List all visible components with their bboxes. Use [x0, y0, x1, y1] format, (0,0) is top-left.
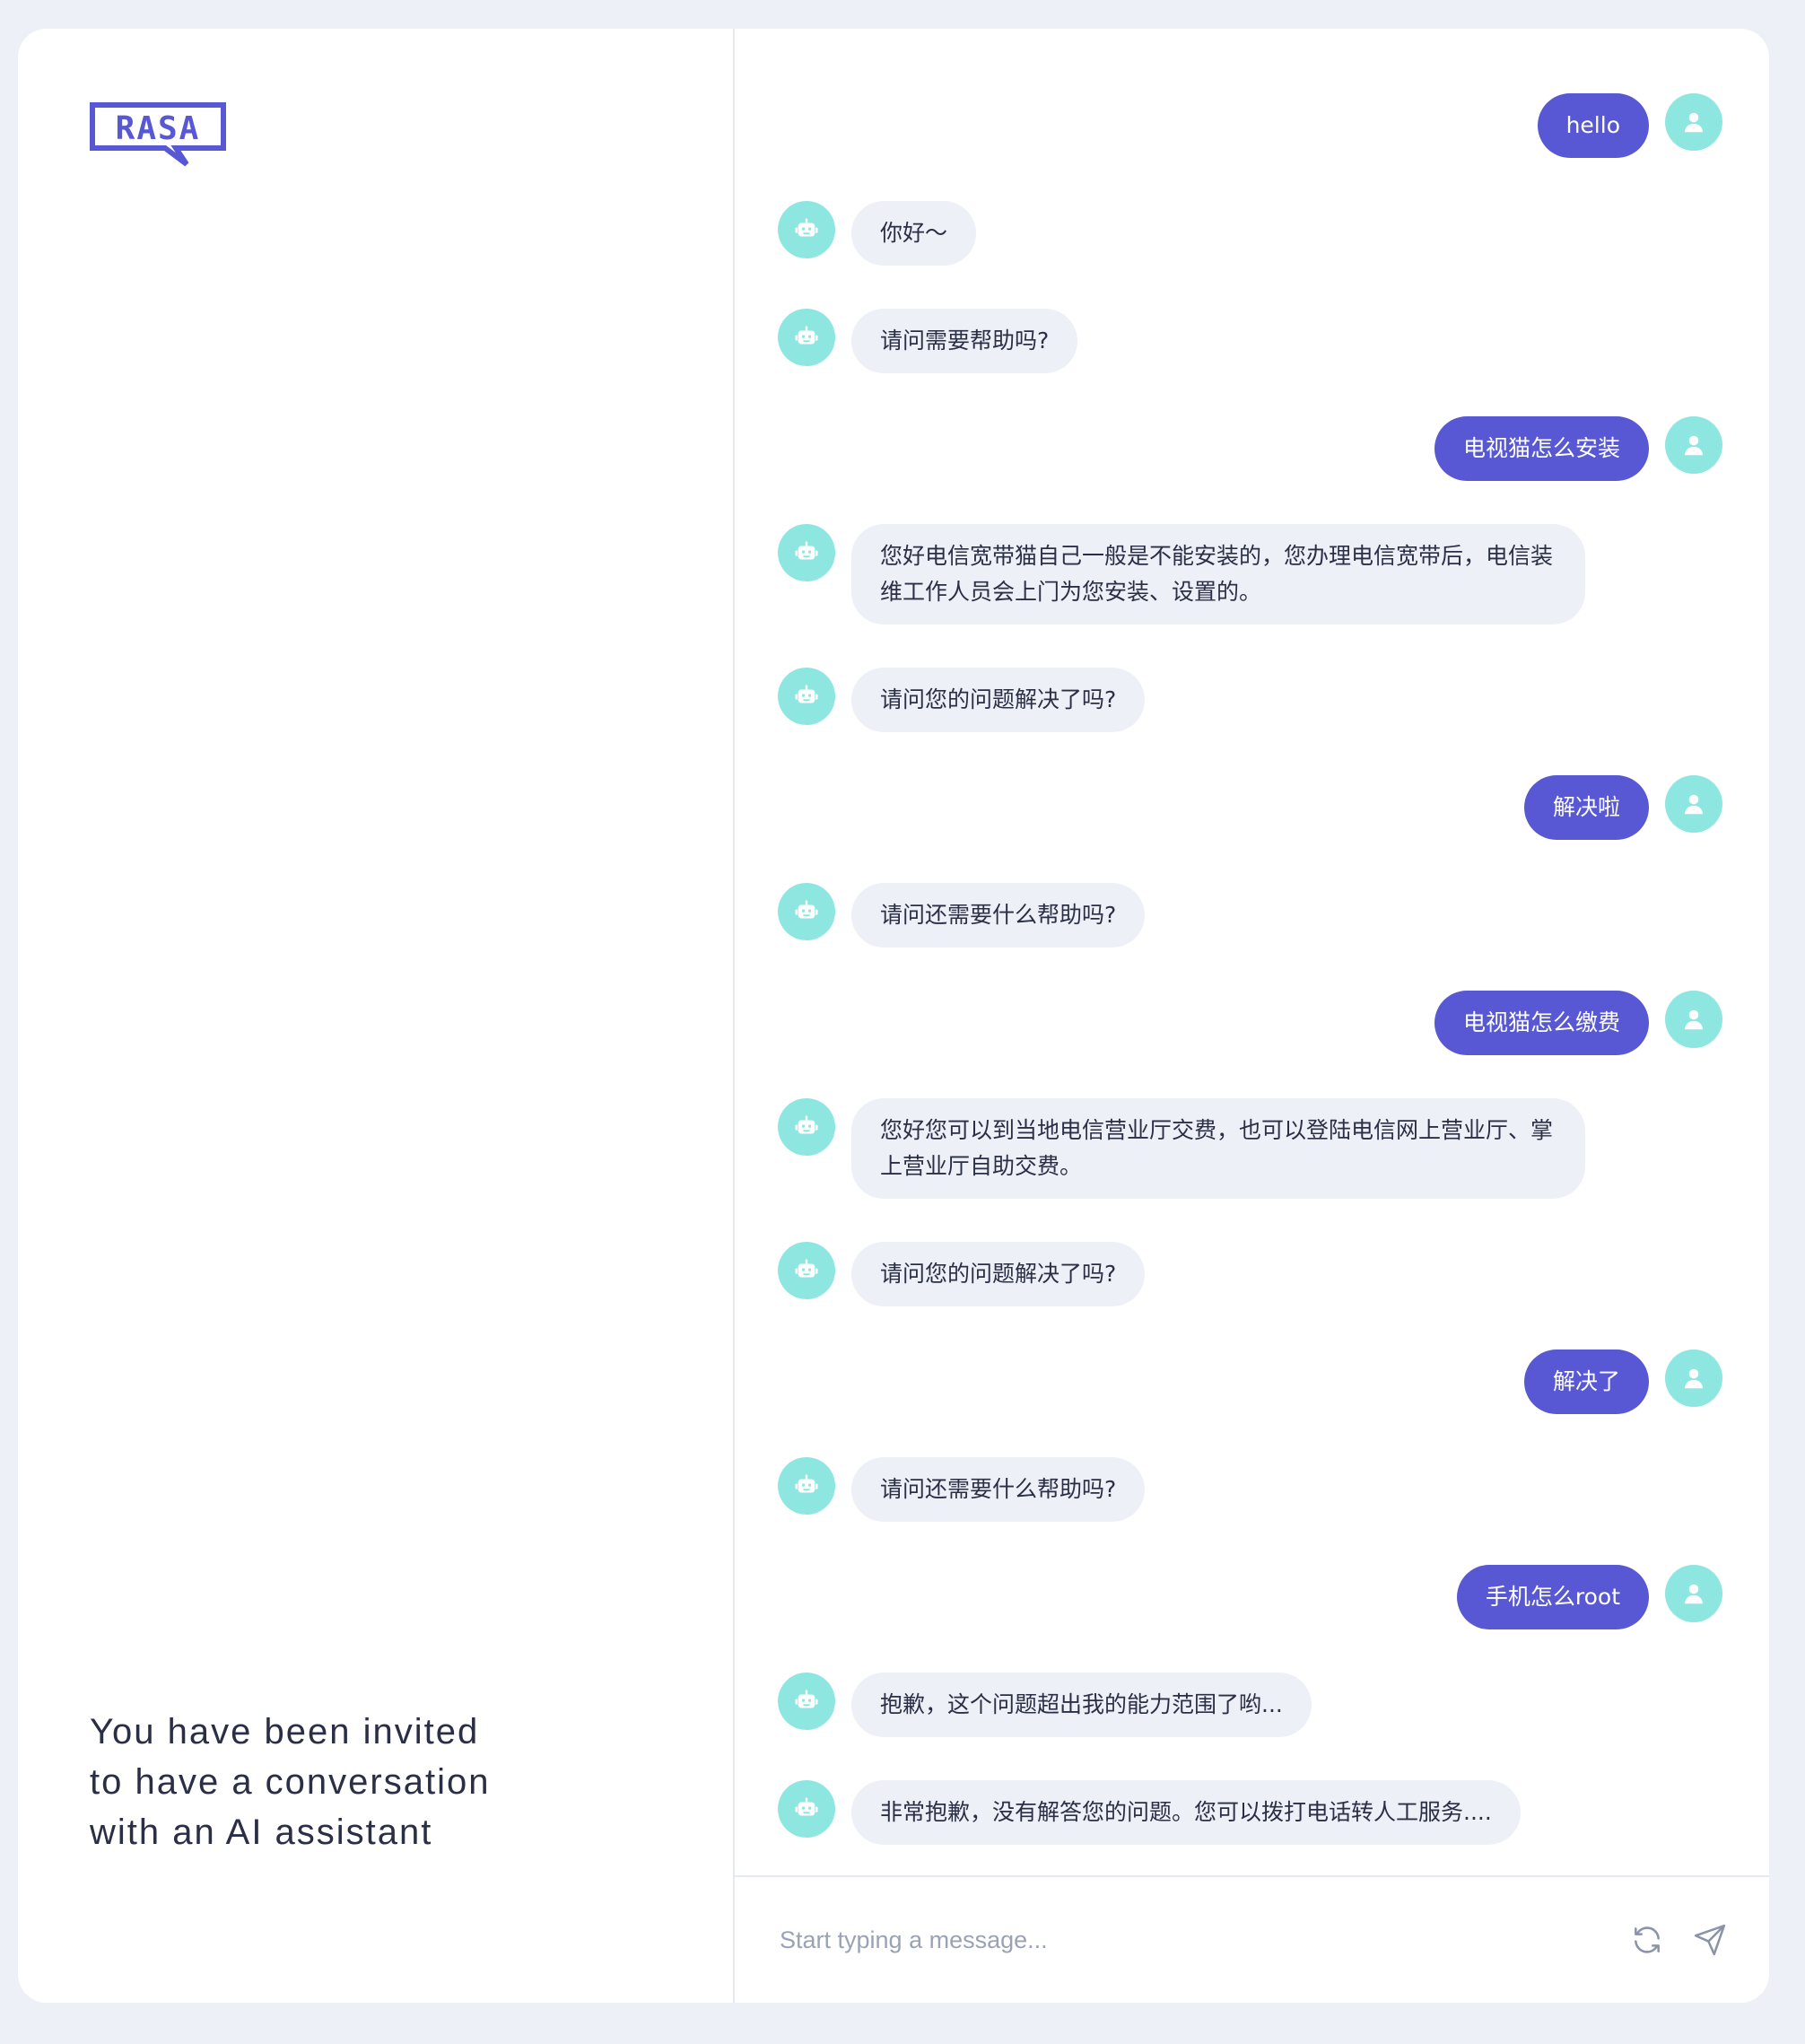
user-message-row: 手机怎么root — [778, 1565, 1722, 1629]
bot-message-row: 您好电信宽带猫自己一般是不能安装的，您办理电信宽带后，电信装维工作人员会上门为您… — [778, 524, 1722, 625]
bot-message-row: 您好您可以到当地电信营业厅交费，也可以登陆电信网上营业厅、掌上营业厅自助交费。 — [778, 1098, 1722, 1199]
bot-avatar — [778, 883, 835, 940]
invite-text: You have been invited to have a conversa… — [90, 1712, 491, 1852]
bot-message-bubble: 请问您的问题解决了吗? — [851, 668, 1146, 732]
bot-avatar — [778, 1457, 835, 1515]
robot-icon — [793, 1795, 820, 1822]
robot-icon — [793, 1114, 820, 1140]
user-message-bubble: 解决了 — [1523, 1350, 1649, 1414]
robot-icon — [793, 216, 820, 243]
refresh-icon — [1635, 1926, 1660, 1953]
user-message-bubble: 电视猫怎么缴费 — [1434, 991, 1649, 1055]
bot-message-row: 抱歉，这个问题超出我的能力范围了哟... — [778, 1673, 1722, 1737]
user-message-bubble: 电视猫怎么安装 — [1434, 416, 1649, 481]
user-message-row: 电视猫怎么安装 — [778, 416, 1722, 481]
user-avatar — [1665, 93, 1722, 151]
bot-message-bubble: 请问需要帮助吗? — [851, 309, 1078, 373]
chat-card: RASA You have been invited to have a con… — [18, 29, 1769, 2003]
message-input[interactable] — [778, 1925, 1606, 1955]
bot-message-bubble: 非常抱歉，没有解答您的问题。您可以拨打电话转人工服务.... — [851, 1780, 1521, 1845]
bot-message-row: 请问还需要什么帮助吗? — [778, 883, 1722, 948]
bot-message-bubble: 你好～ — [851, 201, 977, 266]
composer-bar — [735, 1875, 1769, 2003]
logo-text: RASA — [116, 110, 201, 147]
user-icon — [1680, 1580, 1707, 1607]
user-icon — [1680, 109, 1707, 135]
user-icon — [1680, 791, 1707, 817]
restart-button[interactable] — [1626, 1918, 1669, 1961]
bot-message-bubble: 请问还需要什么帮助吗? — [851, 883, 1146, 948]
send-button[interactable] — [1688, 1918, 1731, 1961]
user-message-row: hello — [778, 93, 1722, 158]
rasa-logo: RASA — [90, 102, 226, 167]
bot-avatar — [778, 524, 835, 581]
user-message-bubble: hello — [1537, 93, 1649, 158]
user-avatar — [1665, 991, 1722, 1048]
user-avatar — [1665, 1565, 1722, 1622]
bot-avatar — [778, 309, 835, 366]
robot-icon — [793, 1257, 820, 1284]
user-avatar — [1665, 1350, 1722, 1407]
bot-message-row: 非常抱歉，没有解答您的问题。您可以拨打电话转人工服务.... — [778, 1780, 1722, 1845]
user-message-row: 电视猫怎么缴费 — [778, 991, 1722, 1055]
user-message-row: 解决啦 — [778, 775, 1722, 840]
bot-message-row: 请问还需要什么帮助吗? — [778, 1457, 1722, 1522]
bot-message-row: 你好～ — [778, 201, 1722, 266]
left-panel: RASA You have been invited to have a con… — [18, 29, 735, 2003]
bot-message-row: 请问您的问题解决了吗? — [778, 1242, 1722, 1306]
send-icon — [1694, 1924, 1726, 1956]
robot-icon — [793, 324, 820, 351]
user-icon — [1680, 432, 1707, 459]
bot-message-bubble: 请问还需要什么帮助吗? — [851, 1457, 1146, 1522]
bot-message-bubble: 您好您可以到当地电信营业厅交费，也可以登陆电信网上营业厅、掌上营业厅自助交费。 — [851, 1098, 1585, 1199]
user-message-bubble: 手机怎么root — [1456, 1565, 1649, 1629]
robot-icon — [793, 898, 820, 925]
user-avatar — [1665, 416, 1722, 474]
user-message-bubble: 解决啦 — [1523, 775, 1649, 840]
chat-panel: hello 你好～ 请问需要帮助吗? 电视猫怎么安装您好电信宽带猫自己一般是不能安装的… — [735, 29, 1769, 2003]
bot-avatar — [778, 668, 835, 725]
bot-message-row: 请问您的问题解决了吗? — [778, 668, 1722, 732]
bot-message-bubble: 抱歉，这个问题超出我的能力范围了哟... — [851, 1673, 1312, 1737]
bot-message-bubble: 请问您的问题解决了吗? — [851, 1242, 1146, 1306]
bot-message-bubble: 您好电信宽带猫自己一般是不能安装的，您办理电信宽带后，电信装维工作人员会上门为您… — [851, 524, 1585, 625]
robot-icon — [793, 539, 820, 566]
bot-avatar — [778, 201, 835, 258]
user-message-row: 解决了 — [778, 1350, 1722, 1414]
robot-icon — [793, 1472, 820, 1499]
robot-icon — [793, 1688, 820, 1715]
bot-avatar — [778, 1098, 835, 1156]
user-icon — [1680, 1365, 1707, 1392]
user-avatar — [1665, 775, 1722, 833]
bot-message-row: 请问需要帮助吗? — [778, 309, 1722, 373]
bot-avatar — [778, 1780, 835, 1838]
message-list: hello 你好～ 请问需要帮助吗? 电视猫怎么安装您好电信宽带猫自己一般是不能安装的… — [735, 29, 1769, 1875]
bot-avatar — [778, 1242, 835, 1299]
bot-avatar — [778, 1673, 835, 1730]
user-icon — [1680, 1006, 1707, 1033]
robot-icon — [793, 683, 820, 710]
